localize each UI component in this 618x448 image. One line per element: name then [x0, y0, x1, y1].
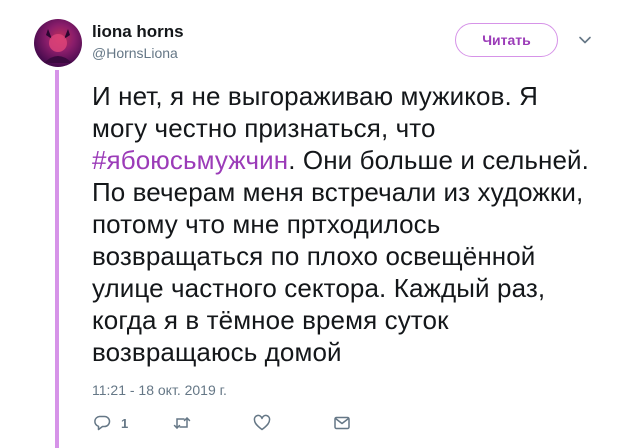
- user-name[interactable]: liona horns: [92, 22, 184, 42]
- tweet-timestamp[interactable]: 11:21 - 18 окт. 2019 г.: [92, 382, 227, 398]
- tweet-actions: 1: [92, 412, 372, 434]
- thread-line: [55, 70, 59, 448]
- like-button[interactable]: [252, 413, 332, 433]
- message-button[interactable]: [332, 413, 372, 433]
- reply-button[interactable]: 1: [92, 413, 172, 433]
- follow-button[interactable]: Читать: [455, 23, 558, 57]
- message-icon: [332, 413, 352, 433]
- tweet-text-after: . Они больше и сельней. По вечерам меня …: [92, 145, 589, 367]
- retweet-icon: [172, 413, 192, 433]
- hashtag-link[interactable]: #ябоюсьмужчин: [92, 145, 288, 175]
- tweet-text: И нет, я не выгораживаю мужиков. Я могу …: [92, 80, 597, 368]
- reply-icon: [92, 413, 112, 433]
- user-handle[interactable]: @HornsLiona: [92, 45, 178, 61]
- retweet-button[interactable]: [172, 413, 252, 433]
- reply-count: 1: [121, 415, 129, 431]
- avatar[interactable]: [34, 19, 82, 67]
- chevron-down-icon[interactable]: [578, 33, 592, 47]
- tweet-text-before: И нет, я не выгораживаю мужиков. Я могу …: [92, 81, 539, 143]
- like-icon: [252, 413, 272, 433]
